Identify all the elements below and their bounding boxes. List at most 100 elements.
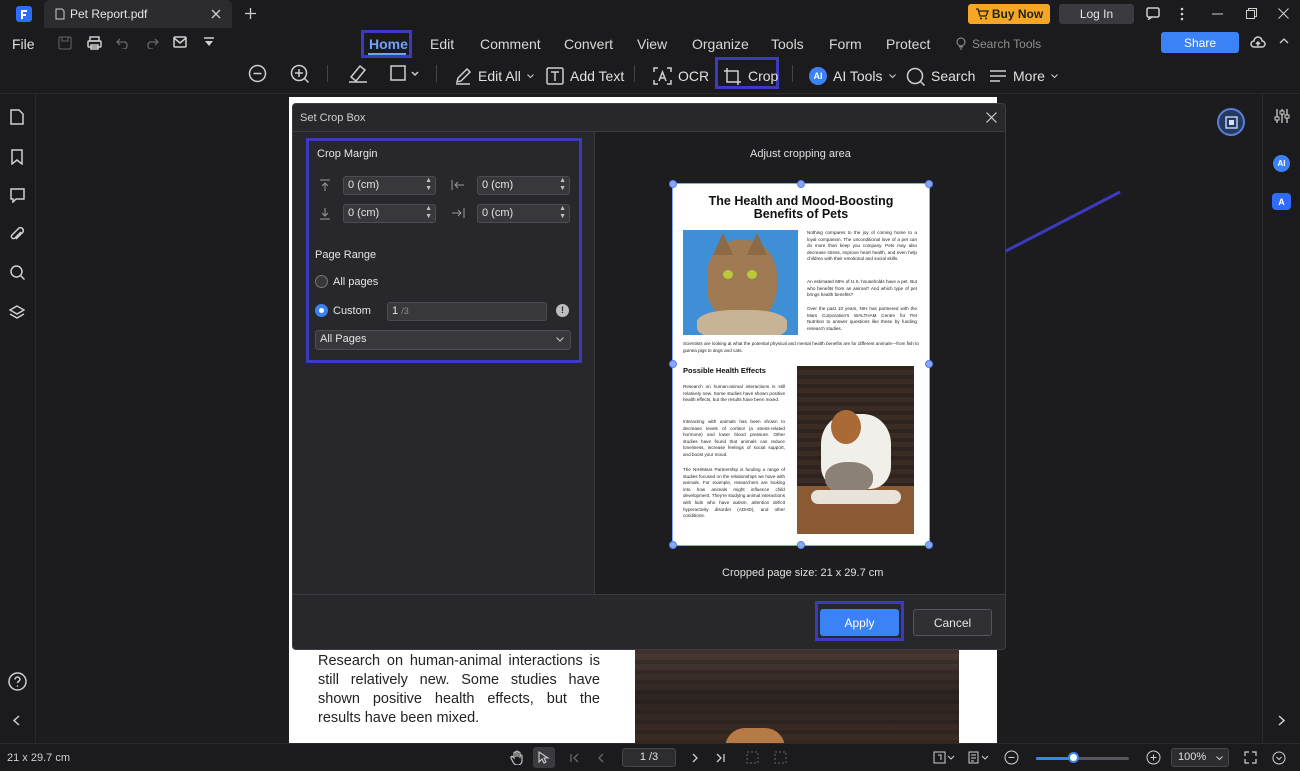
quick-access-dropdown-icon[interactable] bbox=[203, 37, 215, 47]
crop-handle-right[interactable] bbox=[925, 360, 933, 368]
minimize-icon[interactable] bbox=[1212, 13, 1223, 15]
scroll-down-icon[interactable] bbox=[1272, 751, 1286, 765]
comment-icon[interactable] bbox=[10, 188, 25, 203]
page-subset-select[interactable]: All Pages bbox=[315, 330, 571, 350]
pages-icon[interactable] bbox=[10, 109, 24, 125]
hand-tool-icon[interactable] bbox=[510, 750, 524, 765]
scroll-mode-icon[interactable] bbox=[968, 751, 990, 764]
next-page-icon[interactable] bbox=[692, 753, 698, 763]
menu-protect[interactable]: Protect bbox=[886, 36, 930, 52]
preview-heading: Possible Health Effects bbox=[683, 366, 766, 375]
crop-button[interactable]: Crop bbox=[723, 64, 778, 88]
edit-all-button[interactable]: Edit All bbox=[454, 64, 534, 88]
email-icon[interactable] bbox=[173, 36, 187, 48]
top-margin-icon bbox=[320, 179, 330, 191]
layers-icon[interactable] bbox=[9, 305, 25, 319]
zoom-in-icon[interactable] bbox=[1146, 750, 1161, 765]
translate-icon[interactable]: A bbox=[1272, 193, 1291, 210]
new-tab-icon[interactable] bbox=[244, 7, 257, 20]
help-icon[interactable] bbox=[8, 672, 27, 691]
previous-page-icon[interactable] bbox=[598, 753, 604, 763]
zoom-out-icon[interactable] bbox=[1004, 750, 1019, 765]
menu-form[interactable]: Form bbox=[829, 36, 862, 52]
crop-handle-bottom[interactable] bbox=[797, 541, 805, 549]
zoom-select[interactable]: 100% bbox=[1171, 748, 1229, 767]
more-button[interactable]: More bbox=[989, 64, 1058, 88]
page-floating-icon[interactable] bbox=[1217, 108, 1245, 136]
menu-comment[interactable]: Comment bbox=[480, 36, 541, 52]
crop-handle-top[interactable] bbox=[797, 180, 805, 188]
ocr-button[interactable]: OCR bbox=[653, 64, 709, 88]
search-icon[interactable] bbox=[10, 265, 25, 280]
expand-panel-icon[interactable] bbox=[1278, 715, 1285, 726]
undo-icon[interactable] bbox=[116, 37, 130, 49]
close-window-icon[interactable] bbox=[1278, 8, 1289, 19]
info-icon[interactable]: ! bbox=[556, 304, 569, 317]
log-in-button[interactable]: Log In bbox=[1059, 4, 1134, 24]
feedback-icon[interactable] bbox=[1146, 7, 1160, 20]
all-pages-radio[interactable] bbox=[315, 275, 328, 288]
page-indicator-input[interactable]: 1 /3 bbox=[622, 748, 676, 767]
menu-edit[interactable]: Edit bbox=[430, 36, 454, 52]
restore-icon[interactable] bbox=[1246, 8, 1257, 19]
shape-icon[interactable] bbox=[390, 65, 420, 81]
page-range-label: Page Range bbox=[315, 249, 377, 261]
attachment-icon[interactable] bbox=[10, 226, 24, 242]
cancel-button[interactable]: Cancel bbox=[913, 609, 992, 636]
fit-page-icon[interactable] bbox=[1244, 751, 1257, 764]
print-icon[interactable] bbox=[87, 36, 102, 50]
buy-now-button[interactable]: Buy Now bbox=[968, 4, 1050, 24]
preview-cat-photo bbox=[683, 230, 798, 335]
top-margin-input[interactable]: 0 (cm) ▲ ▼ bbox=[343, 176, 436, 195]
rotate-left-icon[interactable] bbox=[746, 751, 759, 764]
collapse-ribbon-icon[interactable] bbox=[1279, 38, 1289, 44]
collapse-sidebar-icon[interactable] bbox=[13, 715, 20, 726]
top-margin-value: 0 (cm) bbox=[348, 179, 380, 191]
menu-home[interactable]: Home bbox=[369, 36, 408, 52]
right-margin-input[interactable]: 0 (cm) ▲ ▼ bbox=[477, 204, 570, 223]
zoom-out-icon[interactable] bbox=[248, 64, 267, 83]
file-menu[interactable]: File bbox=[12, 36, 35, 52]
add-text-button[interactable]: Add Text bbox=[546, 64, 624, 88]
ai-tools-button[interactable]: AI AI Tools bbox=[809, 64, 896, 88]
page-layout-icon[interactable] bbox=[933, 751, 955, 764]
crop-handle-bottom-right[interactable] bbox=[925, 541, 933, 549]
apply-button[interactable]: Apply bbox=[820, 609, 899, 636]
select-tool-button[interactable] bbox=[533, 747, 555, 768]
spin-arrows-icon[interactable]: ▲ ▼ bbox=[425, 177, 432, 193]
custom-radio[interactable] bbox=[315, 304, 328, 317]
menu-tools[interactable]: Tools bbox=[771, 36, 804, 52]
first-page-icon[interactable] bbox=[570, 753, 579, 763]
ai-assistant-icon[interactable]: AI bbox=[1273, 155, 1290, 172]
zoom-slider-thumb[interactable] bbox=[1068, 752, 1079, 763]
close-dialog-icon[interactable] bbox=[986, 112, 997, 123]
spin-arrows-icon[interactable]: ▲ ▼ bbox=[425, 205, 432, 221]
close-tab-icon[interactable] bbox=[211, 9, 221, 19]
last-page-icon[interactable] bbox=[716, 753, 725, 763]
search-button[interactable]: Search bbox=[906, 64, 975, 88]
left-margin-input[interactable]: 0 (cm) ▲ ▼ bbox=[477, 176, 570, 195]
properties-icon[interactable] bbox=[1274, 108, 1290, 124]
search-tools-input[interactable]: Search Tools bbox=[972, 37, 1041, 51]
document-tab[interactable]: Pet Report.pdf bbox=[44, 0, 232, 28]
spin-arrows-icon[interactable]: ▲ ▼ bbox=[559, 177, 566, 193]
zoom-in-icon[interactable] bbox=[290, 64, 310, 84]
more-options-icon[interactable] bbox=[1180, 7, 1184, 21]
crop-handle-top-right[interactable] bbox=[925, 180, 933, 188]
custom-page-input[interactable]: 1 /3 bbox=[387, 302, 547, 321]
cloud-upload-icon[interactable] bbox=[1250, 36, 1266, 49]
bookmark-icon[interactable] bbox=[11, 149, 23, 165]
crop-handle-left[interactable] bbox=[669, 360, 677, 368]
share-button[interactable]: Share bbox=[1161, 32, 1239, 53]
menu-view[interactable]: View bbox=[637, 36, 667, 52]
highlighter-icon[interactable] bbox=[347, 63, 369, 83]
redo-icon[interactable] bbox=[145, 37, 159, 49]
bottom-margin-input[interactable]: 0 (cm) ▲ ▼ bbox=[343, 204, 436, 223]
save-icon[interactable] bbox=[58, 36, 72, 50]
crop-handle-top-left[interactable] bbox=[669, 180, 677, 188]
menu-convert[interactable]: Convert bbox=[564, 36, 613, 52]
crop-handle-bottom-left[interactable] bbox=[669, 541, 677, 549]
menu-organize[interactable]: Organize bbox=[692, 36, 749, 52]
spin-arrows-icon[interactable]: ▲ ▼ bbox=[559, 205, 566, 221]
rotate-right-icon[interactable] bbox=[774, 751, 787, 764]
